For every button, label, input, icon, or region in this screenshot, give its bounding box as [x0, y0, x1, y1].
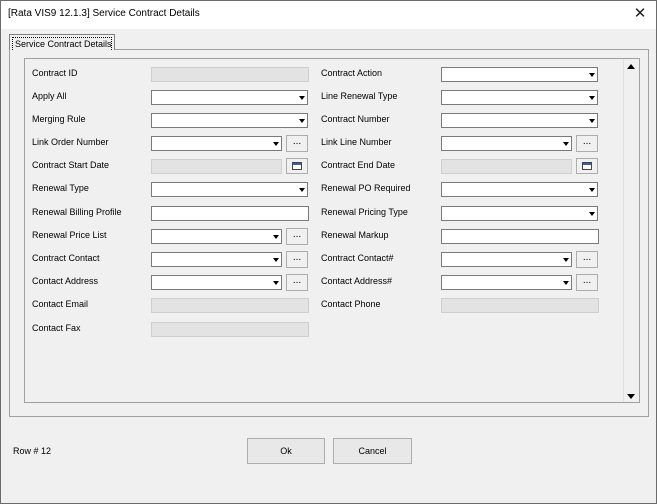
- chevron-down-icon[interactable]: [563, 142, 569, 146]
- contact-phone-field: [441, 298, 599, 313]
- contact-fax-label: Contact Fax: [32, 323, 81, 333]
- tab-service-contract-details[interactable]: Service Contract Details: [9, 34, 115, 50]
- contract-number-combo[interactable]: [441, 113, 598, 128]
- chevron-down-icon[interactable]: [589, 73, 595, 77]
- chevron-down-icon[interactable]: [589, 188, 595, 192]
- merging-rule-combo[interactable]: [151, 113, 308, 128]
- link-line-number-combo[interactable]: [441, 136, 572, 151]
- form-frame: Contract ID Apply All Merging Rule Link …: [24, 58, 640, 403]
- line-renewal-type-label: Line Renewal Type: [321, 91, 398, 101]
- cancel-button[interactable]: Cancel: [333, 438, 412, 464]
- contract-end-date-field[interactable]: [441, 159, 572, 174]
- contract-id-field: [151, 67, 309, 82]
- contact-phone-label: Contact Phone: [321, 299, 381, 309]
- chevron-down-icon[interactable]: [273, 281, 279, 285]
- chevron-down-icon[interactable]: [299, 119, 305, 123]
- contract-start-date-picker-button[interactable]: [286, 158, 308, 174]
- contract-contact-label: Contract Contact: [32, 253, 100, 263]
- chevron-down-icon[interactable]: [589, 212, 595, 216]
- chevron-down-icon[interactable]: [273, 235, 279, 239]
- contract-number-label: Contract Number: [321, 114, 390, 124]
- link-order-number-label: Link Order Number: [32, 137, 109, 147]
- contract-end-date-picker-button[interactable]: [576, 158, 598, 174]
- chevron-down-icon[interactable]: [299, 96, 305, 100]
- renewal-price-list-label: Renewal Price List: [32, 230, 107, 240]
- row-indicator: Row # 12: [13, 446, 52, 456]
- contact-address-no-lookup-button[interactable]: ...: [576, 274, 598, 291]
- calendar-icon: [582, 162, 592, 170]
- chevron-down-icon[interactable]: [589, 96, 595, 100]
- renewal-price-list-lookup-button[interactable]: ...: [286, 228, 308, 245]
- renewal-type-label: Renewal Type: [32, 183, 89, 193]
- renewal-po-required-label: Renewal PO Required: [321, 183, 411, 193]
- contact-email-field: [151, 298, 309, 313]
- contact-address-no-label: Contact Address#: [321, 276, 393, 286]
- link-order-number-lookup-button[interactable]: ...: [286, 135, 308, 152]
- renewal-po-required-combo[interactable]: [441, 182, 598, 197]
- renewal-markup-label: Renewal Markup: [321, 230, 389, 240]
- contract-action-combo[interactable]: [441, 67, 598, 82]
- contract-contact-no-label: Contract Contact#: [321, 253, 394, 263]
- chevron-down-icon[interactable]: [563, 258, 569, 262]
- chevron-down-icon[interactable]: [273, 142, 279, 146]
- tab-label: Service Contract Details: [12, 37, 112, 50]
- contract-contact-no-combo[interactable]: [441, 252, 572, 267]
- contract-end-date-label: Contract End Date: [321, 160, 396, 170]
- chevron-down-icon[interactable]: [563, 281, 569, 285]
- contract-start-date-field[interactable]: [151, 159, 282, 174]
- apply-all-label: Apply All: [32, 91, 67, 101]
- dialog-window: [Rata VIS9 12.1.3] Service Contract Deta…: [0, 0, 657, 504]
- contact-address-label: Contact Address: [32, 276, 99, 286]
- calendar-icon: [292, 162, 302, 170]
- contract-id-label: Contract ID: [32, 68, 78, 78]
- link-order-number-combo[interactable]: [151, 136, 282, 151]
- tab-panel: Contract ID Apply All Merging Rule Link …: [9, 49, 649, 417]
- chevron-down-icon[interactable]: [589, 119, 595, 123]
- renewal-type-combo[interactable]: [151, 182, 308, 197]
- contact-address-no-combo[interactable]: [441, 275, 572, 290]
- contact-address-lookup-button[interactable]: ...: [286, 274, 308, 291]
- scroll-up-icon[interactable]: [627, 64, 635, 69]
- line-renewal-type-combo[interactable]: [441, 90, 598, 105]
- vertical-scrollbar[interactable]: [623, 59, 639, 402]
- contract-contact-lookup-button[interactable]: ...: [286, 251, 308, 268]
- chevron-down-icon[interactable]: [299, 188, 305, 192]
- contract-start-date-label: Contract Start Date: [32, 160, 110, 170]
- renewal-billing-profile-field[interactable]: [151, 206, 309, 221]
- renewal-price-list-combo[interactable]: [151, 229, 282, 244]
- ok-button[interactable]: Ok: [247, 438, 325, 464]
- contact-fax-field: [151, 322, 309, 337]
- scroll-down-icon[interactable]: [627, 394, 635, 399]
- contact-address-combo[interactable]: [151, 275, 282, 290]
- merging-rule-label: Merging Rule: [32, 114, 86, 124]
- contract-contact-combo[interactable]: [151, 252, 282, 267]
- contact-email-label: Contact Email: [32, 299, 89, 309]
- renewal-pricing-type-label: Renewal Pricing Type: [321, 207, 408, 217]
- chevron-down-icon[interactable]: [273, 258, 279, 262]
- close-icon[interactable]: ✕: [628, 3, 652, 25]
- window-title: [Rata VIS9 12.1.3] Service Contract Deta…: [8, 8, 200, 19]
- title-bar: [Rata VIS9 12.1.3] Service Contract Deta…: [1, 1, 656, 29]
- apply-all-combo[interactable]: [151, 90, 308, 105]
- renewal-billing-profile-label: Renewal Billing Profile: [32, 207, 122, 217]
- renewal-markup-field[interactable]: [441, 229, 599, 244]
- contract-contact-no-lookup-button[interactable]: ...: [576, 251, 598, 268]
- renewal-pricing-type-combo[interactable]: [441, 206, 598, 221]
- link-line-number-label: Link Line Number: [321, 137, 392, 147]
- contract-action-label: Contract Action: [321, 68, 383, 78]
- link-line-number-lookup-button[interactable]: ...: [576, 135, 598, 152]
